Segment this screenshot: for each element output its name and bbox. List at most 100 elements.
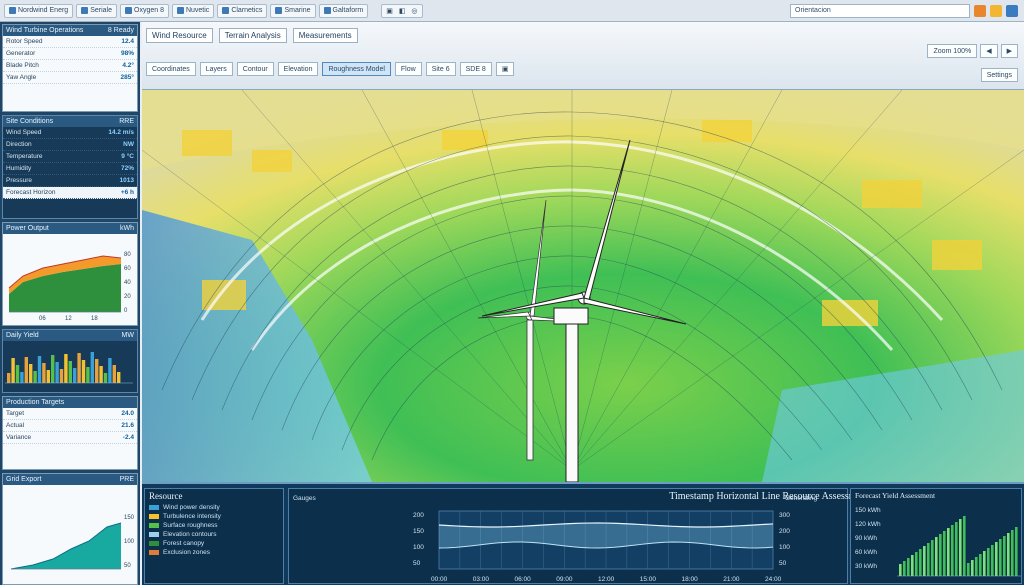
turbine-tower — [526, 319, 534, 461]
yield-bar — [117, 372, 121, 383]
legend-item[interactable]: Surface roughness — [145, 521, 283, 530]
row-value: 24.0 — [121, 410, 134, 417]
y-tick: 100 — [124, 539, 135, 545]
zoom-control[interactable]: Zoom 100% — [927, 44, 978, 58]
layers-tool[interactable]: Layers — [199, 62, 233, 76]
forecast-bars-chart: 150 kWh 120 kWh 90 kWh 60 kWh 30 kWh — [855, 507, 1021, 577]
x-tick: 18 — [91, 316, 98, 322]
ribbon-toolbar: Wind Resource Terrain Analysis Measureme… — [142, 22, 1024, 90]
data-row: Blade Pitch 4.2° — [3, 60, 137, 72]
yield-bar — [77, 353, 81, 383]
panel-header: Production Targets — [3, 397, 137, 408]
forecast-bar — [939, 534, 942, 576]
alert-icon[interactable] — [974, 5, 986, 17]
turbine-nacelle — [553, 307, 589, 325]
sde-tool[interactable]: SDE 8 — [459, 62, 492, 76]
elevation-tool[interactable]: Elevation — [277, 62, 319, 76]
forecast-bar — [959, 519, 962, 576]
y-tick-left: 50 — [413, 560, 421, 567]
main-workspace: Wind Resource Terrain Analysis Measureme… — [142, 22, 1024, 585]
data-row: Target 24.0 — [3, 408, 137, 420]
timeseries-chart: 200 150 100 50 300 200 100 50 00:00 03:00 06:00 09:… — [413, 510, 790, 583]
tab-icon — [81, 7, 89, 14]
yield-bar — [42, 363, 46, 383]
settings-button[interactable]: Settings — [980, 68, 1018, 82]
tab-clarnetics[interactable]: Clarnetics — [217, 3, 268, 18]
tab-label: Oxygen 8 — [134, 7, 164, 14]
forecast-title: Forecast Yield Assessment — [855, 491, 936, 500]
tab-icon — [9, 7, 16, 14]
grid-icon[interactable]: ▣ — [495, 62, 515, 76]
terrain-map — [142, 90, 1024, 482]
roughness-model-tool[interactable]: Roughness Model — [322, 62, 391, 76]
y-tick: 0 — [124, 308, 128, 314]
panel-header: Power Output kWh — [3, 223, 137, 234]
turbine-ops-panel: Wind Turbine Operations 8 Ready Rotor Spe… — [2, 24, 138, 112]
row-label: Blade Pitch — [6, 62, 39, 69]
coordinates-tool[interactable]: Coordinates — [146, 62, 196, 76]
forecast-bar — [919, 549, 922, 576]
next-button[interactable]: ▶ — [1000, 44, 1018, 58]
data-row: Yaw Angle 285° — [3, 72, 137, 84]
forecast-yield-panel: Forecast Yield Assessment 150 kWh 120 kWh… — [850, 488, 1022, 584]
legend-item[interactable]: Forest canopy — [145, 539, 283, 548]
forecast-bar — [1011, 530, 1014, 576]
forecast-bar — [967, 563, 970, 576]
yield-bar — [81, 360, 86, 383]
legend-swatch — [149, 532, 159, 537]
panel-badge: RRE — [119, 118, 134, 125]
ribbon-title-row: Wind Resource Terrain Analysis Measureme… — [146, 28, 358, 43]
flow-tool[interactable]: Flow — [394, 62, 422, 76]
panel-title: Power Output — [6, 225, 49, 232]
field-patch — [202, 280, 246, 310]
terrain-map-view[interactable] — [142, 90, 1024, 482]
x-tick: 12:00 — [598, 576, 615, 583]
panel-header: Daily Yield MW — [3, 330, 137, 341]
legend-item[interactable]: Elevation contours — [145, 530, 283, 539]
x-tick: 18:00 — [682, 576, 699, 583]
tab-smarine[interactable]: Smarine — [270, 3, 316, 18]
tab-galtaform[interactable]: Galtaform — [318, 3, 369, 18]
legend-panel: Resource Wind power density Turbulence in… — [144, 488, 284, 584]
tab-nuvetic[interactable]: Nuvetic — [171, 3, 215, 18]
grid-icon: ▣ — [386, 7, 393, 15]
yield-bar — [20, 372, 24, 383]
forecast-row[interactable]: Forecast Horizon +6 h — [3, 187, 137, 199]
contour-tool[interactable]: Contour — [236, 62, 274, 76]
legend-item[interactable]: Exclusion zones — [145, 548, 283, 557]
bottom-dashboard: Resource Wind power density Turbulence in… — [142, 482, 1024, 585]
measurements-menu[interactable]: Measurements — [292, 28, 358, 43]
y-tick: 50 — [124, 563, 131, 569]
yield-bar — [86, 367, 90, 383]
field-patch — [932, 240, 982, 270]
data-row: Direction NW — [3, 139, 137, 151]
legend-list: Wind power density Turbulence intensity Su… — [145, 503, 283, 557]
site-tool[interactable]: Site 6 — [425, 62, 456, 76]
tab-icon — [125, 7, 132, 14]
row-value: +6 h — [120, 189, 134, 196]
workspace-title[interactable]: Wind Resource — [146, 28, 213, 43]
forecast-bar — [947, 528, 950, 576]
x-tick: 12 — [65, 316, 72, 322]
forecast-bar — [935, 537, 938, 576]
legend-swatch — [149, 550, 159, 555]
yield-bar — [73, 368, 77, 383]
toolbar-glyph-group[interactable]: ▣ ◧ ◎ — [381, 3, 423, 18]
legend-item[interactable]: Wind power density — [145, 503, 283, 512]
notification-icon[interactable] — [990, 5, 1002, 17]
legend-item[interactable]: Turbulence intensity — [145, 512, 283, 521]
field-patch — [442, 130, 488, 150]
power-output-chart: 80 60 40 20 0 06 12 18 — [8, 252, 131, 322]
tab-oxygen[interactable]: Oxygen 8 — [120, 3, 169, 18]
legend-label: Elevation contours — [163, 531, 217, 538]
legend-label: Turbulence intensity — [163, 513, 221, 520]
workspace-subtitle[interactable]: Terrain Analysis — [218, 28, 287, 43]
address-field[interactable]: Orientacion — [790, 4, 970, 18]
prev-button[interactable]: ◀ — [980, 44, 998, 58]
site-conditions-panel: Site Conditions RRE Wind Speed 14.2 m/s Di… — [2, 115, 138, 219]
field-patch — [182, 130, 232, 156]
tab-seriale[interactable]: Seriale — [76, 3, 117, 18]
user-icon[interactable] — [1006, 5, 1018, 17]
tab-nordwind[interactable]: Nordwind Energ — [4, 3, 74, 18]
row-value: 98% — [120, 50, 134, 57]
